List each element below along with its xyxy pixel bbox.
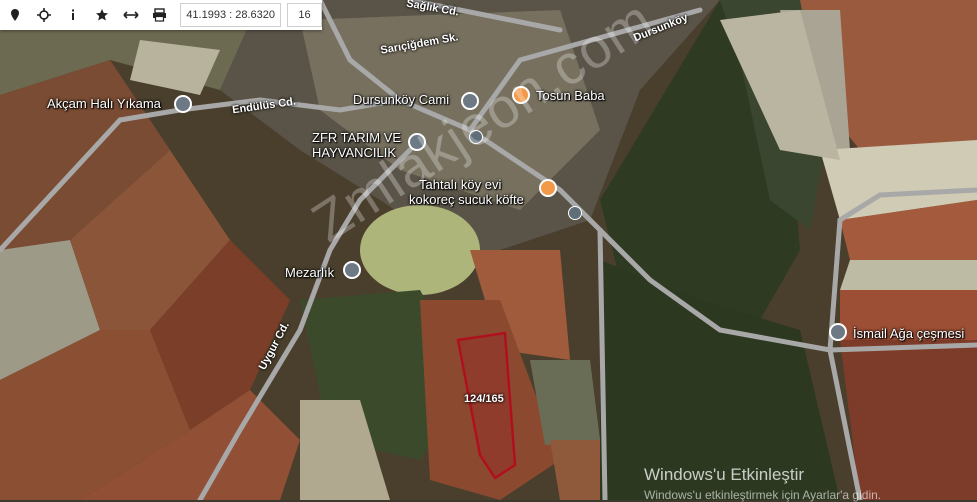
fountain-pin-icon[interactable] [829,323,847,341]
info-icon[interactable] [58,0,87,30]
zoom-level: 16 [287,3,322,27]
crosshair-icon[interactable] [29,0,58,30]
coordinates-display: 41.1993 : 28.6320 [180,3,282,27]
poi-label-akcam[interactable]: Akçam Halı Yıkama [47,96,161,111]
print-icon[interactable] [145,0,174,30]
poi-label-ismail-aga[interactable]: İsmail Ağa çeşmesi [853,326,964,341]
poi-pin-icon[interactable] [174,95,192,113]
poi-label-mezarlik[interactable]: Mezarlık [285,265,334,280]
bus-stop-icon[interactable] [568,206,582,220]
cemetery-pin-icon[interactable] [343,261,361,279]
restaurant-pin-icon[interactable] [539,179,557,197]
star-icon[interactable] [87,0,116,30]
map-toolbar: 41.1993 : 28.6320 16 [0,0,322,30]
windows-activation-title: Windows'u Etkinleştir [644,465,805,484]
measure-icon[interactable] [116,0,145,30]
parcel-label[interactable]: 124/165 [464,393,504,405]
marker-icon[interactable] [0,0,29,30]
poi-label-cami[interactable]: Dursunköy Cami [353,92,449,107]
satellite-map[interactable] [0,0,977,500]
